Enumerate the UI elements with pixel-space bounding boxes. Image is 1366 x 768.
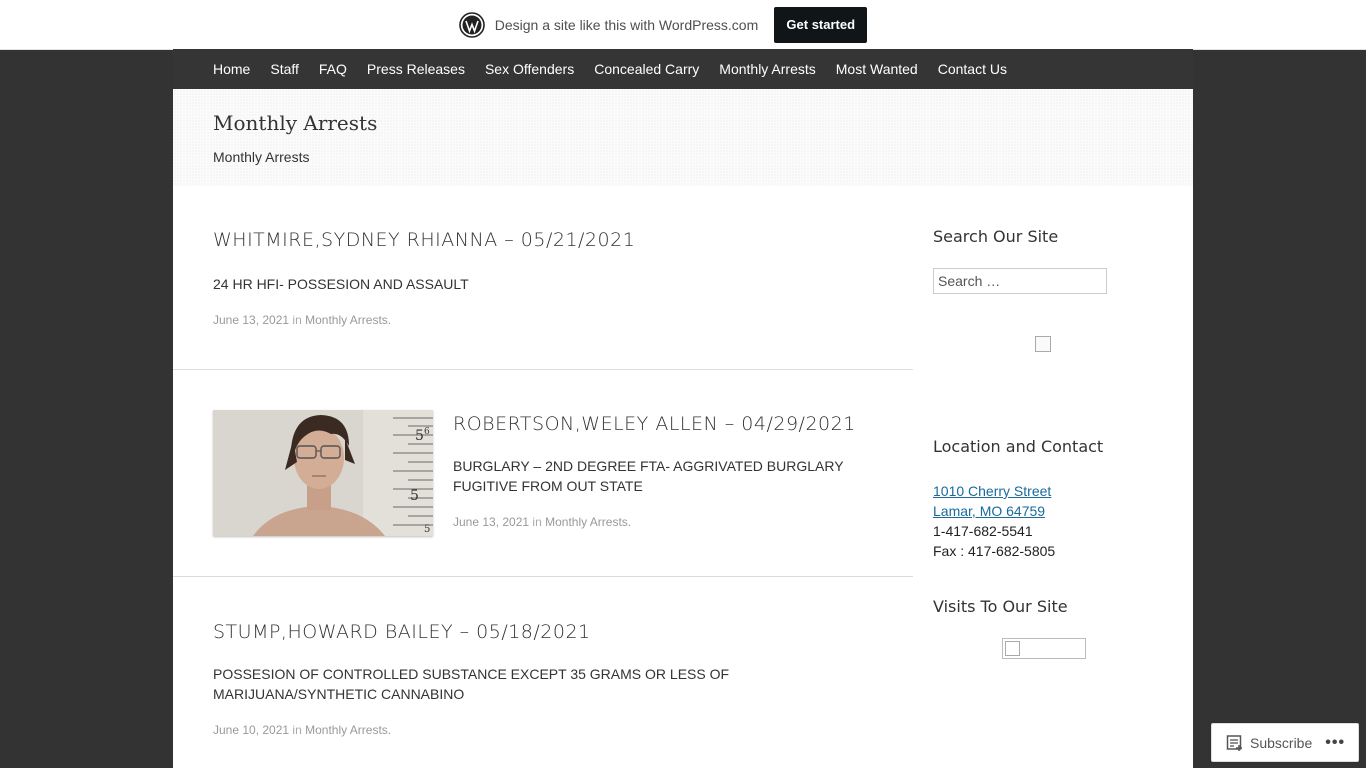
mugshot-photo: 5 6 5 5 xyxy=(213,410,433,536)
nav-item-contact-us[interactable]: Contact Us xyxy=(938,61,1007,77)
height-mark-2: 6 xyxy=(424,427,430,437)
wordpress-banner-text: Design a site like this with WordPress.c… xyxy=(494,16,759,33)
post-date[interactable]: June 10, 2021 xyxy=(213,723,289,737)
post-title[interactable]: STUMP,HOWARD BAILEY – 05/18/2021 xyxy=(213,621,591,643)
page-description: Monthly Arrests xyxy=(213,149,310,165)
wordpress-logo-icon[interactable] xyxy=(458,11,485,38)
post-date[interactable]: June 13, 2021 xyxy=(213,313,289,327)
post-item: WHITMIRE,SYDNEY RHIANNA – 05/21/2021 24 … xyxy=(173,186,913,370)
more-options-icon[interactable]: ••• xyxy=(1325,734,1345,752)
visit-counter-image xyxy=(1002,638,1086,659)
page-container: Monthly Arrests Monthly Arrests WHITMIRE… xyxy=(173,89,1193,768)
location-widget-title: Location and Contact xyxy=(933,437,1104,456)
post-meta-in: in xyxy=(292,313,302,327)
post-excerpt: POSSESION OF CONTROLLED SUBSTANCE EXCEPT… xyxy=(213,666,730,702)
address-line1-link[interactable]: 1010 Cherry Street xyxy=(933,481,1055,501)
visits-widget-title: Visits To Our Site xyxy=(933,597,1068,616)
wordpress-banner: Design a site like this with WordPress.c… xyxy=(0,0,1366,50)
post-item: STUMP,HOWARD BAILEY – 05/18/2021 POSSESI… xyxy=(173,577,913,768)
post-category[interactable]: Monthly Arrests. xyxy=(545,515,631,529)
height-mark-3: 5 xyxy=(410,488,419,504)
page-title: Monthly Arrests xyxy=(213,111,378,135)
nav-item-concealed-carry[interactable]: Concealed Carry xyxy=(594,61,699,77)
post-title[interactable]: WHITMIRE,SYDNEY RHIANNA – 05/21/2021 xyxy=(213,229,635,251)
post-list: WHITMIRE,SYDNEY RHIANNA – 05/21/2021 24 … xyxy=(173,186,913,768)
address-line2-link[interactable]: Lamar, MO 64759 xyxy=(933,501,1055,521)
nav-item-monthly-arrests[interactable]: Monthly Arrests xyxy=(719,61,815,77)
fax-number: Fax : 417-682-5805 xyxy=(933,543,1056,559)
nav-item-most-wanted[interactable]: Most Wanted xyxy=(836,61,918,77)
post-meta-in: in xyxy=(532,515,542,529)
main-navigation: Home Staff FAQ Press Releases Sex Offend… xyxy=(173,49,1193,89)
contact-info: 1010 Cherry Street Lamar, MO 64759 1-417… xyxy=(933,481,1055,561)
subscribe-bar: Subscribe ••• xyxy=(1211,723,1359,762)
subscribe-icon[interactable] xyxy=(1226,734,1244,752)
post-item: 5 6 5 5 ROBERTSON,WELEY ALLEN – 04/29/20… xyxy=(173,370,913,577)
post-category[interactable]: Monthly Arrests. xyxy=(305,723,391,737)
nav-item-staff[interactable]: Staff xyxy=(270,61,299,77)
post-date[interactable]: June 13, 2021 xyxy=(453,515,529,529)
post-title[interactable]: ROBERTSON,WELEY ALLEN – 04/29/2021 xyxy=(453,413,856,435)
page-header: Monthly Arrests Monthly Arrests xyxy=(173,89,1193,186)
post-meta: June 13, 2021 in Monthly Arrests. xyxy=(453,515,631,529)
sidebar-image[interactable] xyxy=(1035,336,1051,352)
nav-item-faq[interactable]: FAQ xyxy=(319,61,347,77)
subscribe-button[interactable]: Subscribe xyxy=(1250,735,1312,751)
height-mark-1: 5 xyxy=(415,428,424,444)
post-excerpt: 24 HR HFI- POSSESION AND ASSAULT xyxy=(213,276,469,292)
post-meta: June 10, 2021 in Monthly Arrests. xyxy=(213,723,391,737)
phone-number: 1-417-682-5541 xyxy=(933,523,1033,539)
mugshot-image[interactable]: 5 6 5 5 xyxy=(213,410,433,536)
post-meta: June 13, 2021 in Monthly Arrests. xyxy=(213,313,391,327)
nav-item-sex-offenders[interactable]: Sex Offenders xyxy=(485,61,574,77)
post-meta-in: in xyxy=(292,723,302,737)
nav-item-press-releases[interactable]: Press Releases xyxy=(367,61,465,77)
post-excerpt: BURGLARY – 2ND DEGREE FTA- AGGRIVATED BU… xyxy=(453,458,844,494)
height-mark-4: 5 xyxy=(424,524,430,535)
post-category[interactable]: Monthly Arrests. xyxy=(305,313,391,327)
search-widget-title: Search Our Site xyxy=(933,227,1059,246)
get-started-button[interactable]: Get started xyxy=(774,6,868,43)
nav-item-home[interactable]: Home xyxy=(213,61,250,77)
search-input[interactable] xyxy=(933,268,1107,294)
